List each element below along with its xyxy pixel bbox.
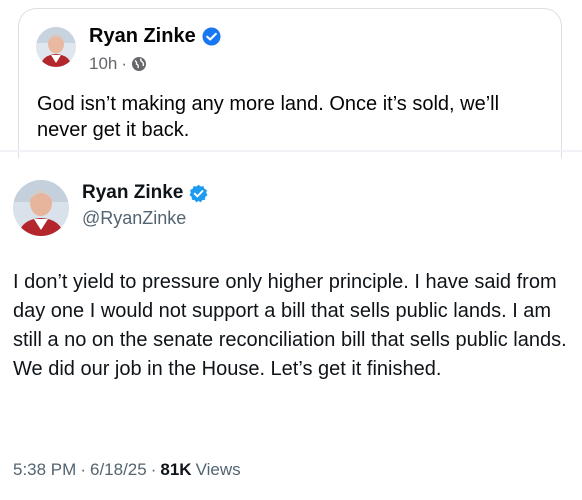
screenshot-page: Ryan Zinke 10h · God isn’t making any mo… [0,0,582,500]
author-handle[interactable]: @RyanZinke [82,208,186,229]
post-meta: 5:38 PM · 6/18/25 · 81K Views [13,460,241,480]
globe-icon [131,56,147,72]
avatar[interactable] [13,180,69,236]
verified-badge-icon [189,184,208,203]
meta-separator: · [80,460,86,479]
post-text: I don’t yield to pressure only higher pr… [13,271,567,380]
post-time[interactable]: 5:38 PM [13,460,76,480]
meta-separator: · [150,460,157,479]
views-count: 81K [160,460,192,479]
author-name[interactable]: Ryan Zinke [89,25,196,48]
post-date[interactable]: 6/18/25 [90,460,147,480]
post-meta: 10h · [89,54,147,74]
views-label: Views [195,460,241,479]
meta-separator: · [121,54,128,73]
post-time[interactable]: 10h [89,54,117,74]
post-text: God isn’t making any more land. Once it’… [37,93,500,141]
avatar-photo-icon [36,27,76,67]
verified-badge-icon [202,27,221,46]
post-header: Ryan Zinke [82,182,208,204]
author-name[interactable]: Ryan Zinke [82,182,183,204]
avatar[interactable] [36,27,76,67]
facebook-post-card: Ryan Zinke 10h · God isn’t making any mo… [18,8,562,158]
post-divider [0,150,582,152]
avatar-photo-icon [13,180,69,236]
post-header: Ryan Zinke [89,25,221,48]
